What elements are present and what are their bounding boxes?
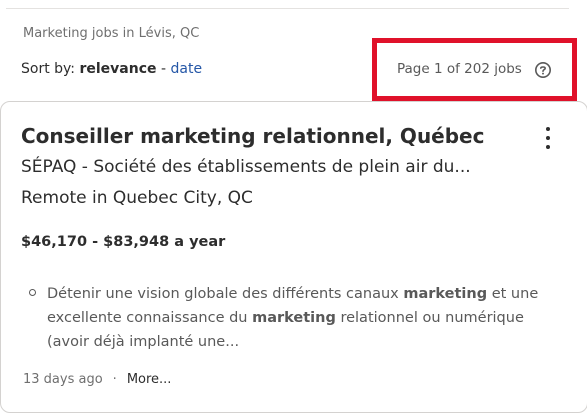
sort-separator: - [160,61,167,77]
company-name[interactable]: SÉPAQ - Société des établissements de pl… [21,157,471,177]
salary: $46,170 - $83,948 a year [21,234,226,250]
job-location: Remote in Quebec City, QC [21,188,253,208]
footer-separator: · [112,372,117,387]
snippet-keyword-2: marketing [252,310,336,326]
sort-by-date-link[interactable]: date [170,61,202,77]
posted-date: 13 days ago [23,372,103,387]
help-icon[interactable] [534,61,552,79]
sort-relevance: relevance [79,61,157,77]
snippet-text-1: Détenir une vision globale des différent… [47,286,404,302]
search-context-label: Marketing jobs in Lévis, QC [23,26,200,41]
top-divider [6,8,569,9]
bullet-circle-icon [29,289,36,296]
sort-options: Sort by: relevance - date [21,61,202,77]
snippet-keyword-1: marketing [403,286,488,302]
more-link[interactable]: More... [127,372,172,387]
sort-label: Sort by: [21,61,76,77]
job-snippet: Détenir une vision globale des différent… [47,282,567,354]
page-count: Page 1 of 202 jobs [397,61,522,77]
kebab-menu-icon[interactable] [538,124,558,154]
job-title-link[interactable]: Conseiller marketing relationnel, Québec [21,124,484,148]
job-footer: 13 days ago · More... [23,372,171,387]
